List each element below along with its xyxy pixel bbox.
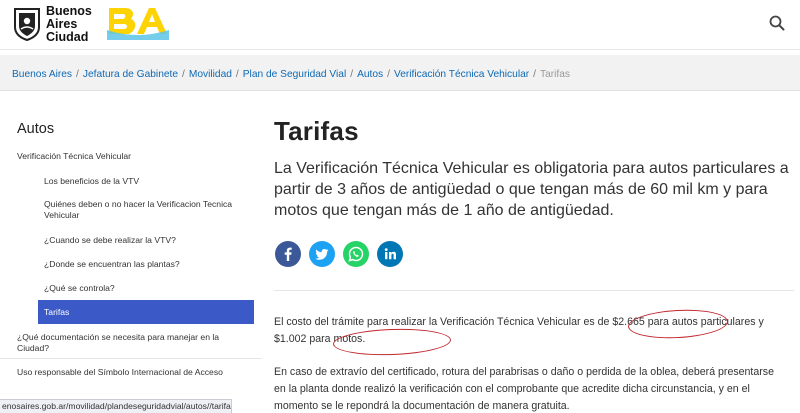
twitter-share-button[interactable]: [309, 241, 335, 267]
breadcrumb: Buenos Aires / Jefatura de Gabinete / Movili…: [12, 69, 570, 80]
facebook-icon: [275, 241, 301, 267]
sidebar-item-controla[interactable]: ¿Qué se controla?: [44, 283, 244, 294]
breadcrumb-link[interactable]: Buenos Aires: [12, 69, 72, 80]
whatsapp-icon: [343, 241, 369, 267]
linkedin-icon: [377, 241, 403, 267]
sidebar-item-vtv[interactable]: Verificación Técnica Vehicular: [17, 151, 131, 162]
search-icon[interactable]: [768, 14, 786, 32]
breadcrumb-separator: /: [387, 69, 390, 80]
cost-text: El costo del trámite para realizar la Ve…: [274, 316, 613, 328]
brand-line: Ciudad: [46, 30, 89, 44]
sidebar-item-documentacion[interactable]: ¿Qué documentación se necesita para mane…: [17, 332, 242, 354]
linkedin-share-button[interactable]: [377, 241, 403, 267]
city-seal-icon[interactable]: [12, 7, 42, 41]
breadcrumb-link[interactable]: Plan de Seguridad Vial: [243, 69, 346, 80]
replacement-paragraph: En caso de extravío del certificado, rot…: [274, 366, 774, 412]
breadcrumb-link[interactable]: Movilidad: [189, 69, 232, 80]
sidebar-item-simbolo[interactable]: Uso responsable del Símbolo Internaciona…: [17, 367, 247, 378]
ba-logo-icon[interactable]: [107, 6, 169, 40]
page-title: Tarifas: [274, 116, 359, 146]
sidebar-divider: [0, 358, 262, 359]
breadcrumb-link[interactable]: Verificación Técnica Vehicular: [394, 69, 529, 80]
brand-wordmark[interactable]: Buenos Aires Ciudad: [46, 5, 92, 44]
sidebar-item-quienes[interactable]: Quiénes deben o no hacer la Verificacion…: [44, 199, 244, 221]
breadcrumb-link[interactable]: Autos: [357, 69, 383, 80]
sidebar-title: Autos: [17, 121, 55, 137]
site-header: Buenos Aires Ciudad: [0, 0, 800, 50]
content-divider: [274, 290, 794, 291]
sidebar-item-tarifas[interactable]: Tarifas: [38, 300, 254, 324]
whatsapp-share-button[interactable]: [343, 241, 369, 267]
sidebar-item-cuando[interactable]: ¿Cuando se debe realizar la VTV?: [44, 235, 244, 246]
breadcrumb-bar: Buenos Aires / Jefatura de Gabinete / Movili…: [0, 55, 800, 91]
breadcrumb-separator: /: [533, 69, 536, 80]
twitter-icon: [309, 241, 335, 267]
breadcrumb-separator: /: [76, 69, 79, 80]
breadcrumb-separator: /: [350, 69, 354, 80]
facebook-share-button[interactable]: [275, 241, 301, 267]
breadcrumb-link[interactable]: Jefatura de Gabinete: [83, 69, 178, 80]
sidebar-item-beneficios[interactable]: Los beneficios de la VTV: [44, 176, 244, 187]
breadcrumb-current: Tarifas: [539, 69, 570, 80]
breadcrumb-separator: /: [182, 69, 185, 80]
breadcrumb-separator: /: [235, 69, 239, 80]
status-bar-url: enosaires.gob.ar/movilidad/plandesegurid…: [0, 399, 232, 413]
sidebar-item-label: Tarifas: [44, 307, 70, 317]
sidebar-item-donde[interactable]: ¿Donde se encuentran las plantas?: [44, 259, 244, 270]
lead-paragraph: La Verificación Técnica Vehicular es obl…: [274, 160, 789, 219]
